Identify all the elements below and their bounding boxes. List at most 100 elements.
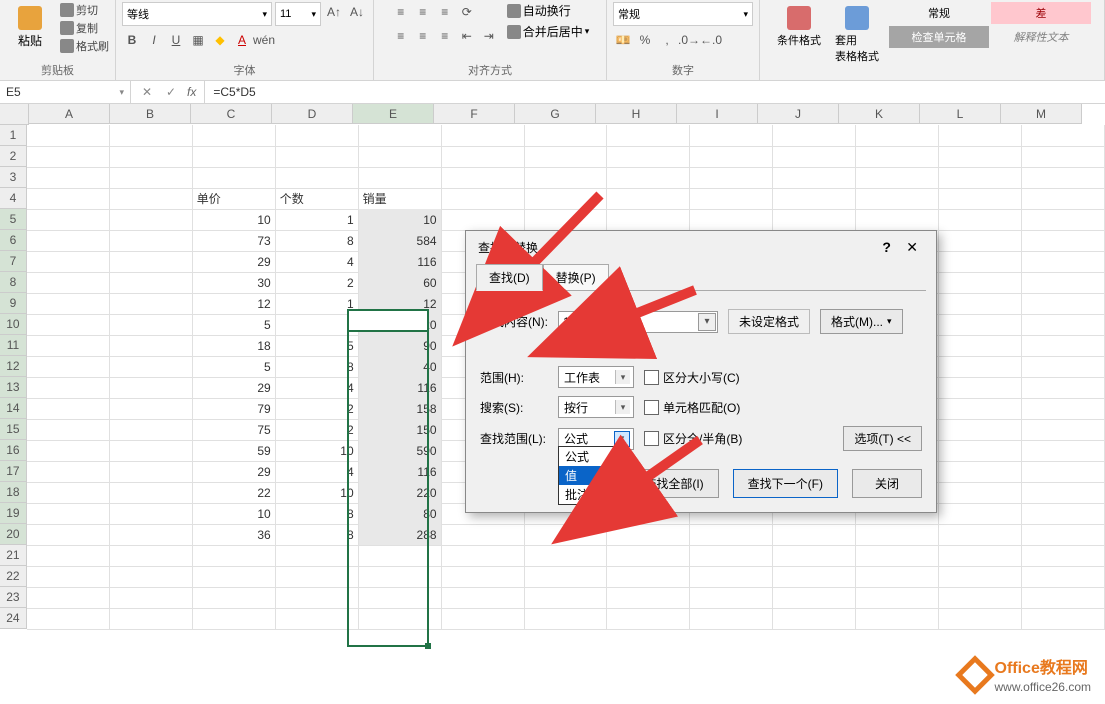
dec-decimal-button[interactable]: ←.0 (701, 30, 721, 50)
cell[interactable] (939, 251, 1022, 273)
copy-button[interactable]: 复制 (60, 20, 109, 36)
indent-inc-button[interactable]: ⇥ (479, 26, 499, 46)
cell[interactable] (110, 167, 193, 189)
cell[interactable] (939, 545, 1022, 567)
cell[interactable]: 40 (359, 356, 442, 378)
cell[interactable] (442, 188, 525, 210)
cell[interactable]: 220 (359, 482, 442, 504)
cell[interactable] (442, 566, 525, 588)
cell[interactable] (1022, 356, 1105, 378)
cell[interactable] (27, 587, 110, 609)
row-header[interactable]: 7 (0, 251, 27, 272)
cell[interactable] (773, 209, 856, 231)
find-next-button[interactable]: 查找下一个(F) (733, 469, 838, 498)
cell[interactable] (110, 419, 193, 441)
cell[interactable] (193, 545, 276, 567)
cell[interactable] (525, 608, 608, 630)
cell[interactable]: 销量 (359, 188, 442, 210)
cell[interactable] (110, 314, 193, 336)
cell[interactable] (1022, 566, 1105, 588)
cell[interactable] (27, 335, 110, 357)
cell[interactable] (276, 545, 359, 567)
cell[interactable] (193, 587, 276, 609)
row-header[interactable]: 16 (0, 440, 27, 461)
cell[interactable] (856, 209, 939, 231)
align-right-button[interactable]: ≡ (435, 26, 455, 46)
cell[interactable] (856, 188, 939, 210)
find-all-button[interactable]: 查找全部(I) (629, 469, 718, 498)
font-color-button[interactable]: A (232, 30, 252, 50)
cell[interactable] (856, 545, 939, 567)
underline-button[interactable]: U (166, 30, 186, 50)
cell-style-check[interactable]: 检查单元格 (889, 26, 989, 48)
cell[interactable]: 73 (193, 230, 276, 252)
cell[interactable]: 18 (193, 335, 276, 357)
cell[interactable] (110, 587, 193, 609)
align-left-button[interactable]: ≡ (391, 26, 411, 46)
help-button[interactable]: ? (876, 239, 897, 255)
cell[interactable] (939, 377, 1022, 399)
cell[interactable] (607, 608, 690, 630)
cell[interactable] (110, 461, 193, 483)
cell[interactable] (110, 272, 193, 294)
cell[interactable] (1022, 503, 1105, 525)
cell[interactable]: 8 (276, 356, 359, 378)
cell[interactable] (607, 524, 690, 546)
row-header[interactable]: 9 (0, 293, 27, 314)
cell[interactable]: 5 (276, 335, 359, 357)
cell[interactable] (27, 209, 110, 231)
cell[interactable] (110, 293, 193, 315)
cell[interactable] (193, 608, 276, 630)
cell[interactable] (27, 503, 110, 525)
cell[interactable] (27, 167, 110, 189)
column-header-B[interactable]: B (110, 104, 191, 124)
cell[interactable]: 5 (193, 356, 276, 378)
cell[interactable] (193, 167, 276, 189)
column-header-K[interactable]: K (839, 104, 920, 124)
cell[interactable] (1022, 209, 1105, 231)
cell[interactable] (1022, 398, 1105, 420)
formula-input[interactable] (205, 81, 1105, 103)
cell[interactable] (1022, 335, 1105, 357)
fill-color-button[interactable]: ◆ (210, 30, 230, 50)
cell[interactable] (1022, 167, 1105, 189)
cell[interactable] (442, 524, 525, 546)
cell[interactable] (939, 482, 1022, 504)
cell[interactable] (690, 188, 773, 210)
paste-button[interactable]: 粘贴 (6, 2, 54, 53)
cell[interactable] (27, 314, 110, 336)
cell[interactable] (1022, 188, 1105, 210)
cell[interactable] (525, 566, 608, 588)
cell[interactable] (359, 587, 442, 609)
cell[interactable] (525, 209, 608, 231)
cell[interactable] (939, 566, 1022, 588)
percent-button[interactable]: % (635, 30, 655, 50)
cell[interactable] (939, 461, 1022, 483)
cell[interactable] (27, 146, 110, 168)
currency-button[interactable]: 💴 (613, 30, 633, 50)
cell[interactable] (773, 188, 856, 210)
cell[interactable] (110, 440, 193, 462)
match-entire-checkbox[interactable]: 单元格匹配(O) (644, 399, 740, 416)
cell[interactable] (939, 293, 1022, 315)
row-header[interactable]: 12 (0, 356, 27, 377)
cell[interactable] (607, 209, 690, 231)
cell[interactable] (27, 251, 110, 273)
cell[interactable] (939, 230, 1022, 252)
row-header[interactable]: 21 (0, 545, 27, 566)
cell[interactable] (1022, 482, 1105, 504)
cell-style-bad[interactable]: 差 (991, 2, 1091, 24)
cell-style-normal[interactable]: 常规 (889, 2, 989, 24)
cell[interactable] (525, 167, 608, 189)
cell[interactable] (773, 524, 856, 546)
comma-button[interactable]: , (657, 30, 677, 50)
cell[interactable] (442, 146, 525, 168)
cell[interactable] (442, 587, 525, 609)
indent-dec-button[interactable]: ⇤ (457, 26, 477, 46)
row-header[interactable]: 1 (0, 125, 27, 146)
cell[interactable] (690, 587, 773, 609)
cell[interactable] (939, 188, 1022, 210)
cell[interactable] (110, 146, 193, 168)
cut-button[interactable]: 剪切 (60, 2, 109, 18)
cell[interactable] (27, 608, 110, 630)
